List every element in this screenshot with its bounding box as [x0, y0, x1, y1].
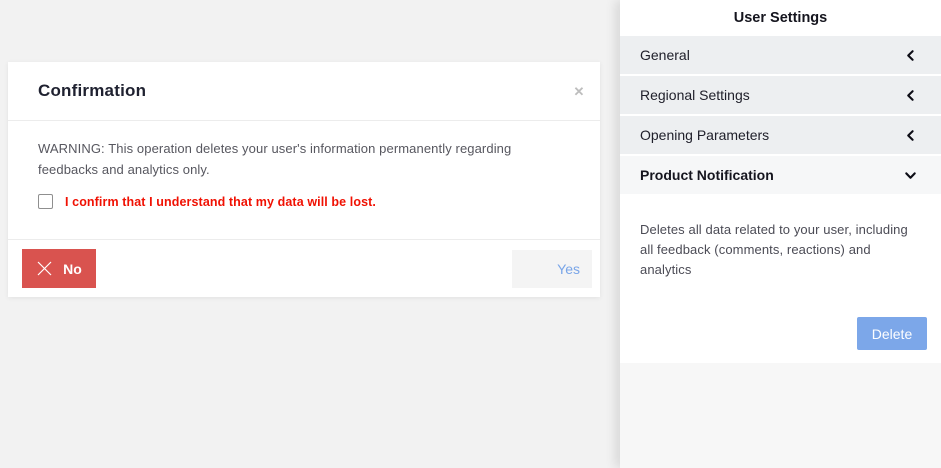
accordion-item-opening-parameters[interactable]: Opening Parameters	[620, 116, 941, 154]
accordion-item-label: Product Notification	[640, 167, 774, 183]
chevron-left-icon	[904, 129, 917, 142]
no-button-label: No	[63, 261, 82, 277]
close-icon[interactable]: ✕	[570, 82, 588, 100]
delete-button-label: Delete	[872, 326, 912, 342]
app-canvas: Confirmation ✕ WARNING: This operation d…	[0, 0, 941, 468]
dialog-title: Confirmation	[38, 81, 146, 101]
delete-row: Delete	[620, 317, 941, 350]
x-icon	[36, 260, 53, 277]
accordion-item-general[interactable]: General	[620, 36, 941, 74]
confirm-checkbox[interactable]	[38, 194, 53, 209]
chevron-down-icon	[904, 169, 917, 182]
yes-button-label: Yes	[557, 261, 580, 277]
chevron-left-icon	[904, 89, 917, 102]
chevron-left-icon	[904, 49, 917, 62]
warning-text: WARNING: This operation deletes your use…	[38, 139, 570, 180]
confirm-checkbox-label[interactable]: I confirm that I understand that my data…	[65, 195, 376, 209]
accordion-item-label: Regional Settings	[640, 87, 750, 103]
user-settings-sidebar: User Settings General Regional Settings …	[620, 0, 941, 468]
dialog-header: Confirmation ✕	[8, 62, 600, 121]
yes-button[interactable]: Yes	[512, 250, 592, 288]
accordion-item-product-notification[interactable]: Product Notification	[620, 156, 941, 194]
delete-button[interactable]: Delete	[857, 317, 927, 350]
no-button[interactable]: No	[22, 249, 96, 288]
dialog-body: WARNING: This operation deletes your use…	[8, 121, 600, 209]
sidebar-title: User Settings	[620, 0, 941, 36]
confirmation-dialog: Confirmation ✕ WARNING: This operation d…	[8, 62, 600, 297]
product-notification-description: Deletes all data related to your user, i…	[620, 194, 941, 279]
sidebar-bottom-area	[620, 363, 941, 468]
confirm-row: I confirm that I understand that my data…	[38, 194, 570, 209]
accordion-item-regional-settings[interactable]: Regional Settings	[620, 76, 941, 114]
accordion-item-label: General	[640, 47, 690, 63]
dialog-footer: No Yes	[8, 239, 600, 297]
accordion-item-label: Opening Parameters	[640, 127, 769, 143]
